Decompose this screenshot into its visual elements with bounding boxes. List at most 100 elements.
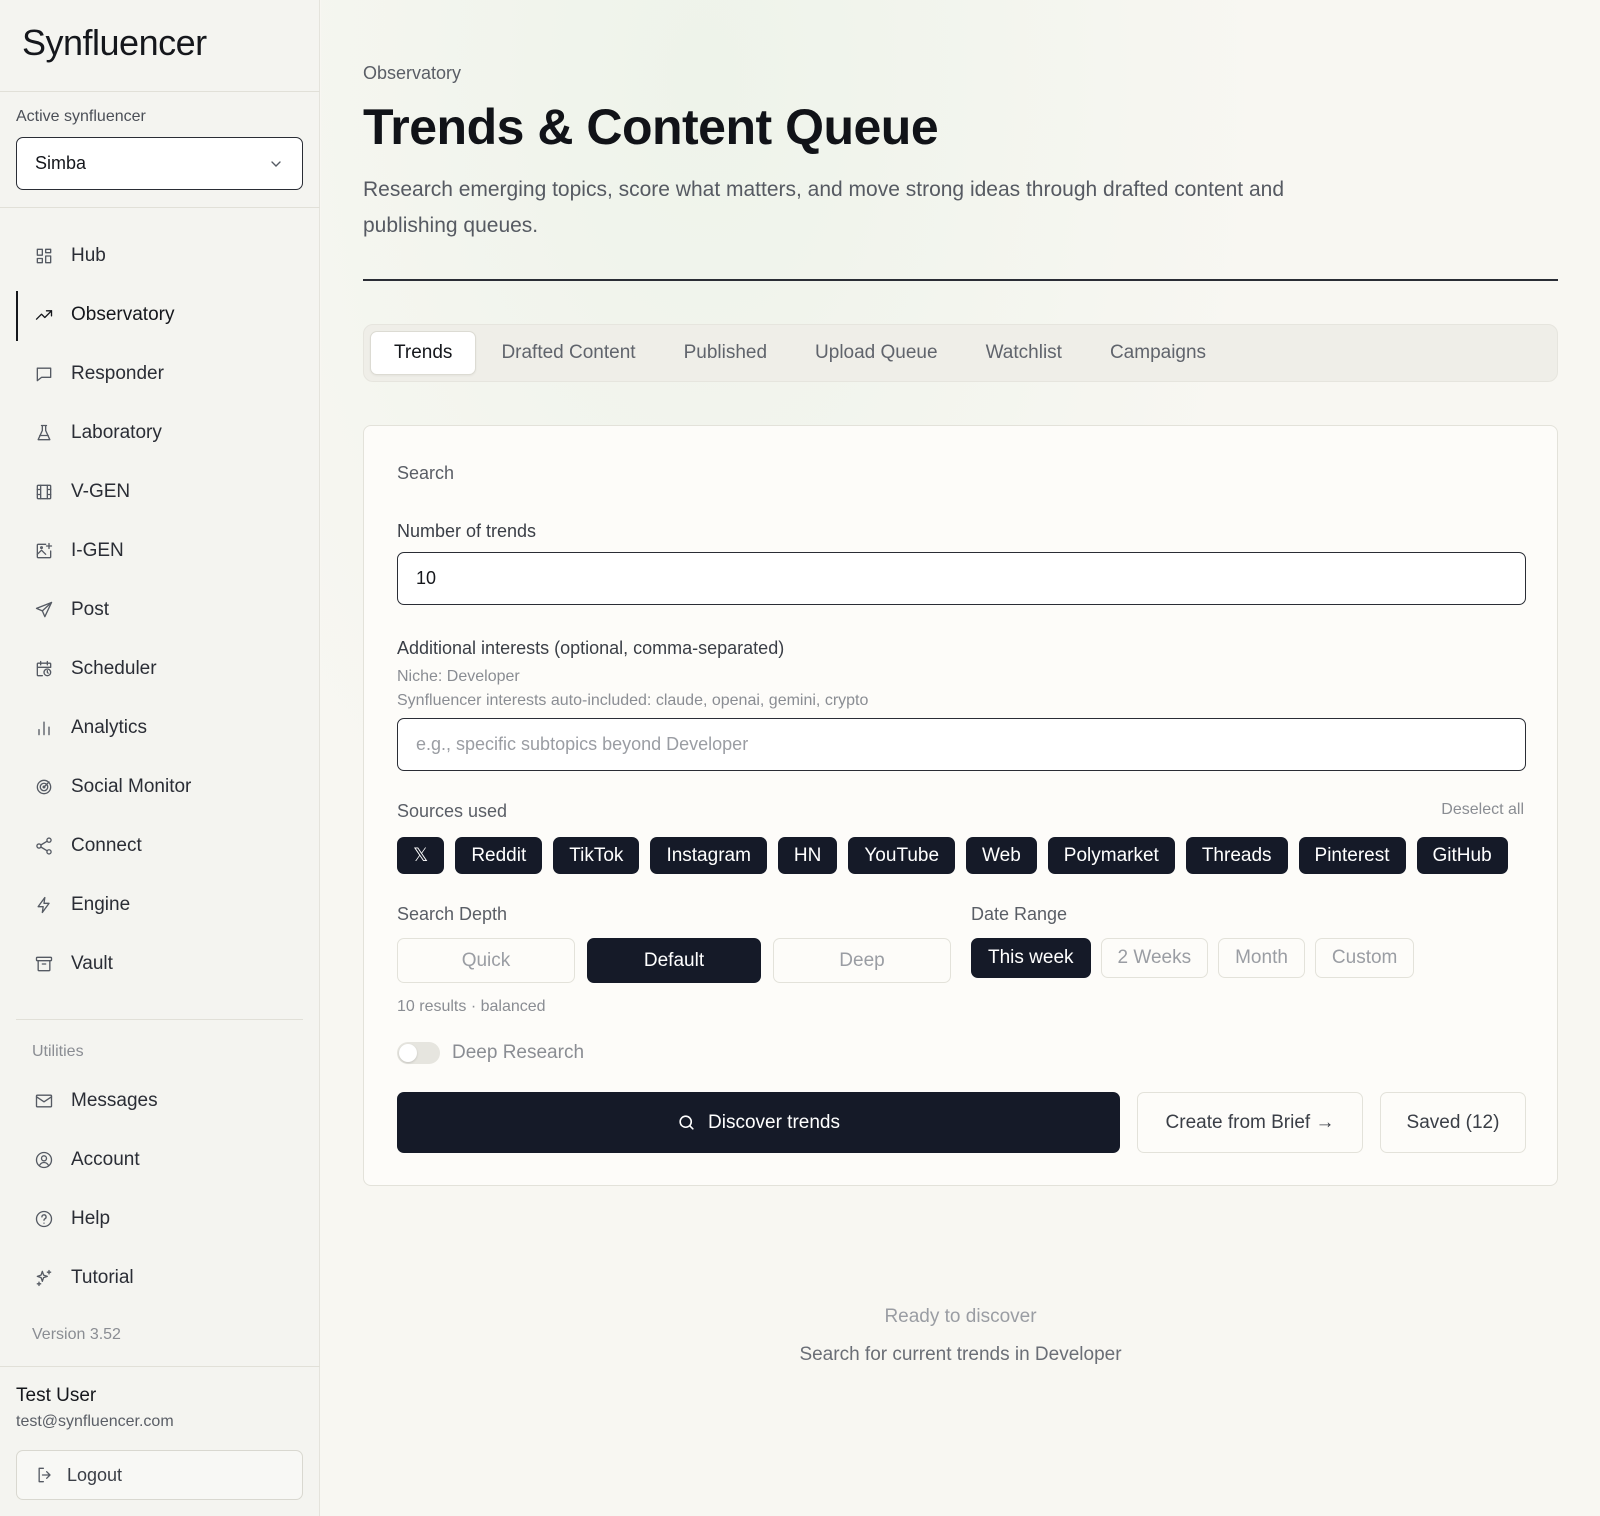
nav-item-hub[interactable]: Hub [16,226,306,285]
search-section-label: Search [397,463,455,483]
source-chip-x[interactable]: 𝕏 [397,837,445,874]
mail-icon [35,1094,53,1107]
depth-note: 10 results · balanced [397,998,546,1015]
source-chip-polymarket[interactable]: Polymarket [1047,837,1175,874]
nav-item-label: Engine [71,893,131,915]
sparkles-icon [36,1269,52,1286]
breadcrumb[interactable]: Observatory [363,63,461,84]
share-icon [36,836,52,855]
tab-campaigns[interactable]: Campaigns [1087,331,1229,375]
nav-item-connect[interactable]: Connect [16,816,306,875]
brand-logo[interactable]: Synfluencer [22,22,207,64]
nav-item-account[interactable]: Account [16,1130,306,1189]
source-chip-instagram[interactable]: Instagram [650,837,767,874]
discover-trends-label: Discover trends [708,1111,840,1133]
utilities-divider [16,1019,303,1020]
source-chip-github[interactable]: GitHub [1416,837,1508,874]
date-range-label: Date Range [971,904,1068,924]
archive-icon [35,956,53,971]
nav-item-tutorial[interactable]: Tutorial [16,1248,306,1307]
calendar-clock-icon [36,660,52,676]
nav-item-help[interactable]: Help [16,1189,306,1248]
user-name: Test User [16,1385,97,1406]
auto-interests-note: Synfluencer interests auto-included: cla… [397,692,869,709]
nav-item-vault[interactable]: Vault [16,934,306,993]
source-chip-threads[interactable]: Threads [1185,837,1288,874]
bar-chart-icon [38,721,50,735]
active-synfluencer-label: Active synfluencer [16,108,146,125]
nav-item-label: I-GEN [71,539,124,561]
page-title: Trends & Content Queue [363,99,939,155]
nav-item-label: Observatory [71,303,175,325]
source-chips: 𝕏 Reddit TikTok Instagram HN YouTube Web… [397,837,1508,874]
tab-published[interactable]: Published [661,331,790,375]
nav-item-label: Responder [71,362,164,384]
tab-watchlist[interactable]: Watchlist [963,331,1085,375]
source-chip-web[interactable]: Web [966,837,1037,874]
header-divider [363,279,1558,281]
discover-trends-button[interactable]: Discover trends [397,1092,1120,1153]
sidebar-divider [0,91,320,92]
source-chip-pinterest[interactable]: Pinterest [1298,837,1406,874]
nav-item-label: Vault [71,952,113,974]
deep-research-label: Deep Research [452,1042,585,1063]
sources-label: Sources used [397,801,508,821]
source-chip-tiktok[interactable]: TikTok [553,837,640,874]
nav-item-vgen[interactable]: V-GEN [16,462,306,521]
zap-icon [37,896,50,913]
create-from-brief-button[interactable]: Create from Brief → [1137,1092,1363,1153]
trend-icon [35,309,53,320]
source-chip-reddit[interactable]: Reddit [455,837,543,874]
number-of-trends-label: Number of trends [397,521,537,541]
depth-quick-button[interactable]: Quick [397,938,575,983]
niche-note: Niche: Developer [397,668,520,685]
send-icon [35,601,53,617]
sidebar-divider [0,207,320,208]
range-month-button[interactable]: Month [1218,938,1305,978]
nav-item-engine[interactable]: Engine [16,875,306,934]
chevron-down-icon [271,160,281,167]
nav-item-observatory[interactable]: Observatory [16,285,306,344]
synfluencer-select-value: Simba [35,153,87,173]
tab-trends[interactable]: Trends [370,331,477,375]
nav-item-label: Messages [71,1089,158,1111]
nav-item-igen[interactable]: I-GEN [16,521,306,580]
date-range-group: This week 2 Weeks Month Custom [971,938,1415,978]
deep-research-toggle[interactable] [397,1042,440,1064]
utilities-label: Utilities [32,1043,84,1060]
saved-button[interactable]: Saved (12) [1380,1092,1526,1153]
nav-item-label: Post [71,598,110,620]
logout-button[interactable]: Logout [16,1450,303,1500]
number-of-trends-input[interactable]: 10 [397,552,1526,605]
source-chip-youtube[interactable]: YouTube [848,837,956,874]
main-content: Observatory Trends & Content Queue Resea… [321,0,1600,1516]
depth-deep-button[interactable]: Deep [773,938,951,983]
help-circle-icon [35,1210,53,1227]
nav-item-social-monitor[interactable]: Social Monitor [16,757,306,816]
nav-item-responder[interactable]: Responder [16,344,306,403]
range-custom-button[interactable]: Custom [1314,938,1415,978]
nav-item-label: Social Monitor [71,775,192,797]
nav-item-analytics[interactable]: Analytics [16,698,306,757]
search-depth-group: Quick Default Deep [397,938,951,983]
film-icon [36,484,52,499]
nav-item-post[interactable]: Post [16,580,306,639]
nav-item-label: Account [71,1148,140,1170]
deselect-all-link[interactable]: Deselect all [1441,801,1524,819]
tab-upload-queue[interactable]: Upload Queue [792,331,961,375]
empty-state-subtitle: Search for current trends in Developer [799,1344,1122,1365]
nav-item-messages[interactable]: Messages [16,1071,306,1130]
nav-item-laboratory[interactable]: Laboratory [16,403,306,462]
interests-input[interactable]: e.g., specific subtopics beyond Develope… [397,718,1526,771]
page-subtitle: Research emerging topics, score what mat… [363,178,1285,237]
grid-icon [36,248,52,263]
sidebar-divider [0,1366,320,1367]
range-this-week-button[interactable]: This week [971,938,1091,978]
source-chip-hn[interactable]: HN [777,837,838,874]
depth-default-button[interactable]: Default [587,938,761,983]
search-icon [679,1115,694,1130]
synfluencer-select[interactable]: Simba [16,137,303,190]
tab-drafted-content[interactable]: Drafted Content [478,331,658,375]
nav-item-scheduler[interactable]: Scheduler [16,639,306,698]
range-2-weeks-button[interactable]: 2 Weeks [1100,938,1209,978]
